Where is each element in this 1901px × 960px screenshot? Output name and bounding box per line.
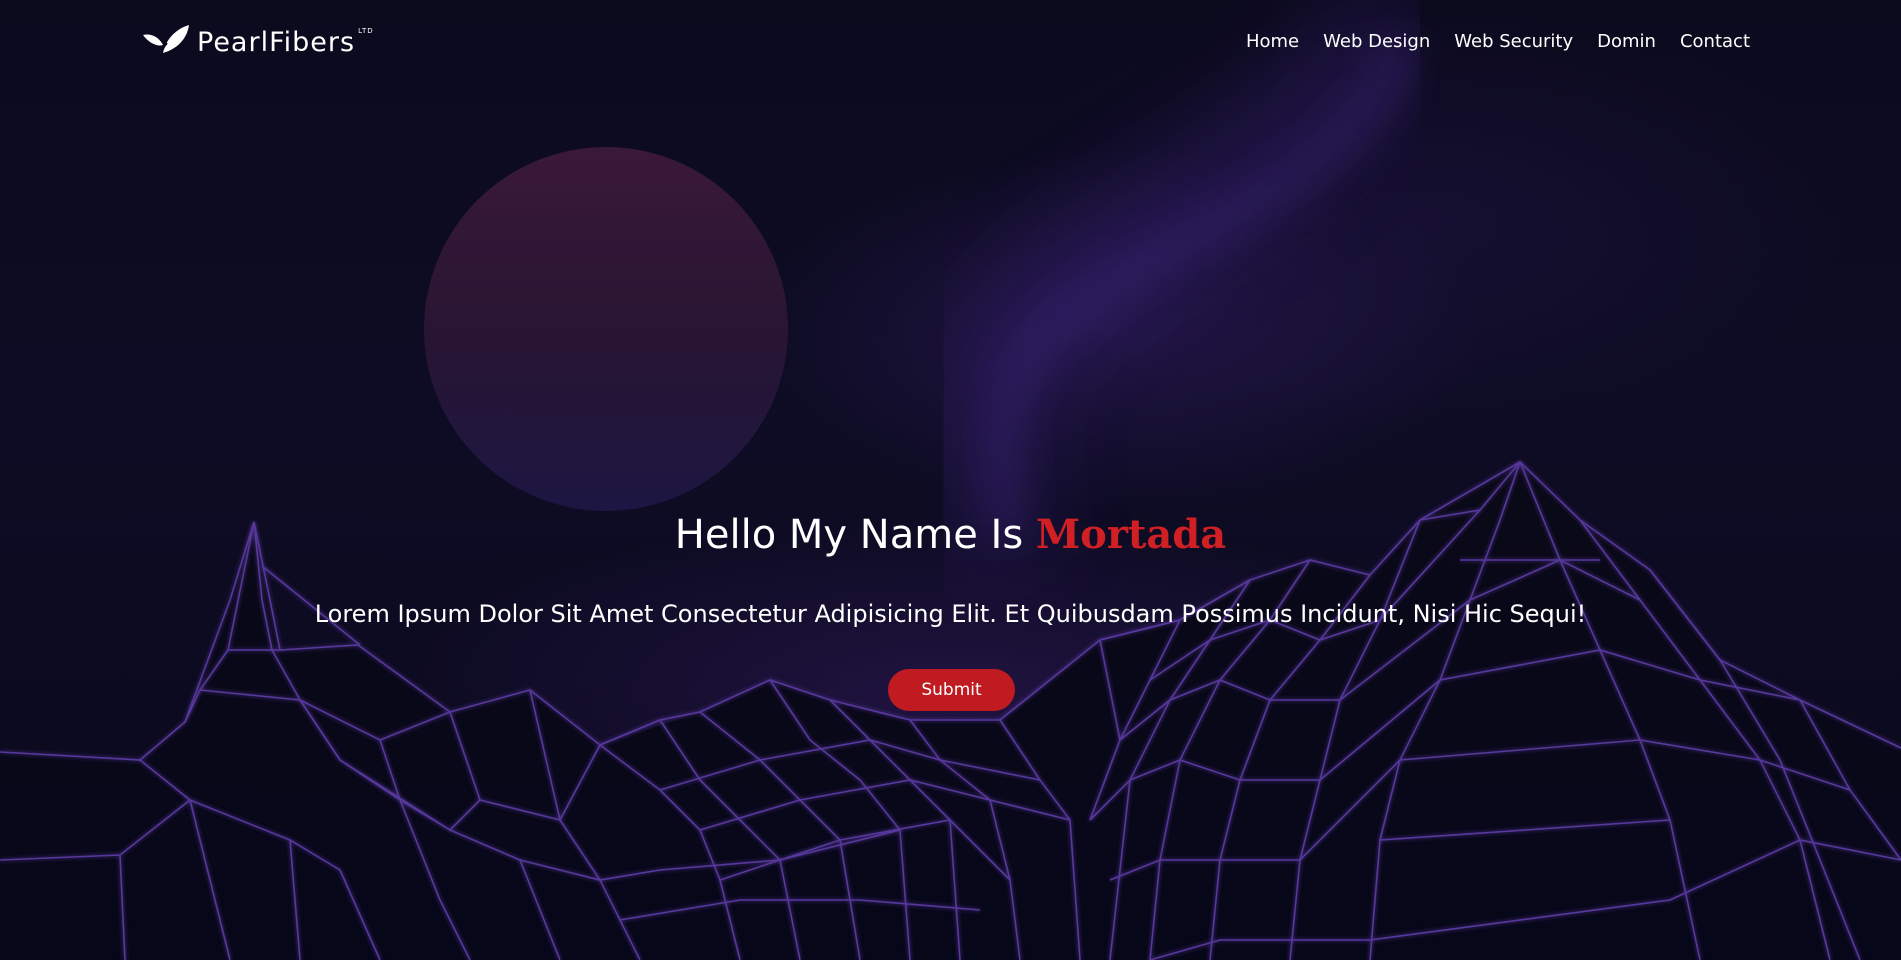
- submit-button[interactable]: Submit: [888, 669, 1015, 711]
- nav-link-contact[interactable]: Contact: [1680, 30, 1750, 54]
- hero-title-name: Mortada: [1035, 511, 1227, 558]
- nav-link-web-security[interactable]: Web Security: [1454, 30, 1573, 54]
- hero-title: Hello My Name Is Mortada: [0, 505, 1901, 565]
- nav-link-home[interactable]: Home: [1246, 30, 1299, 54]
- hero-title-prefix: Hello My Name Is: [674, 512, 1036, 558]
- brand-logo[interactable]: PearlFibers LTD: [141, 22, 374, 62]
- site-header: PearlFibers LTD Home Web Design Web Secu…: [0, 0, 1901, 86]
- wireframe-mountains: [0, 461, 1901, 960]
- brand-name: PearlFibers: [197, 26, 356, 58]
- main-nav: Home Web Design Web Security Domin Conta…: [1246, 30, 1750, 54]
- page: PearlFibers LTD Home Web Design Web Secu…: [0, 0, 1901, 960]
- leaf-logo-icon: [143, 25, 189, 58]
- nav-link-web-design[interactable]: Web Design: [1323, 30, 1430, 54]
- brand-superscript: LTD: [358, 27, 374, 35]
- nav-link-domin[interactable]: Domin: [1597, 30, 1656, 54]
- hero-description: Lorem Ipsum Dolor Sit Amet Consectetur A…: [314, 600, 1587, 628]
